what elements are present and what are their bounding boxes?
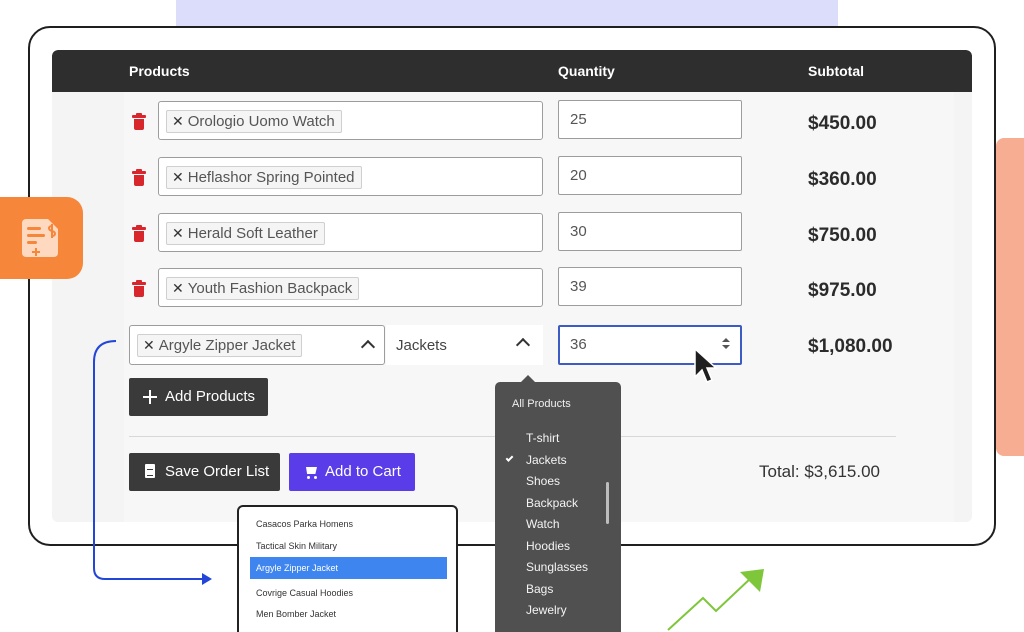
connector-line — [93, 340, 204, 580]
invoice-dollar-icon — [22, 219, 58, 257]
invoice-badge — [0, 197, 83, 279]
connector-arrowhead — [202, 573, 212, 585]
growth-line — [667, 576, 753, 631]
decorative-lines — [93, 340, 764, 631]
growth-arrowhead — [740, 569, 764, 592]
mouse-pointer-icon — [694, 347, 717, 383]
